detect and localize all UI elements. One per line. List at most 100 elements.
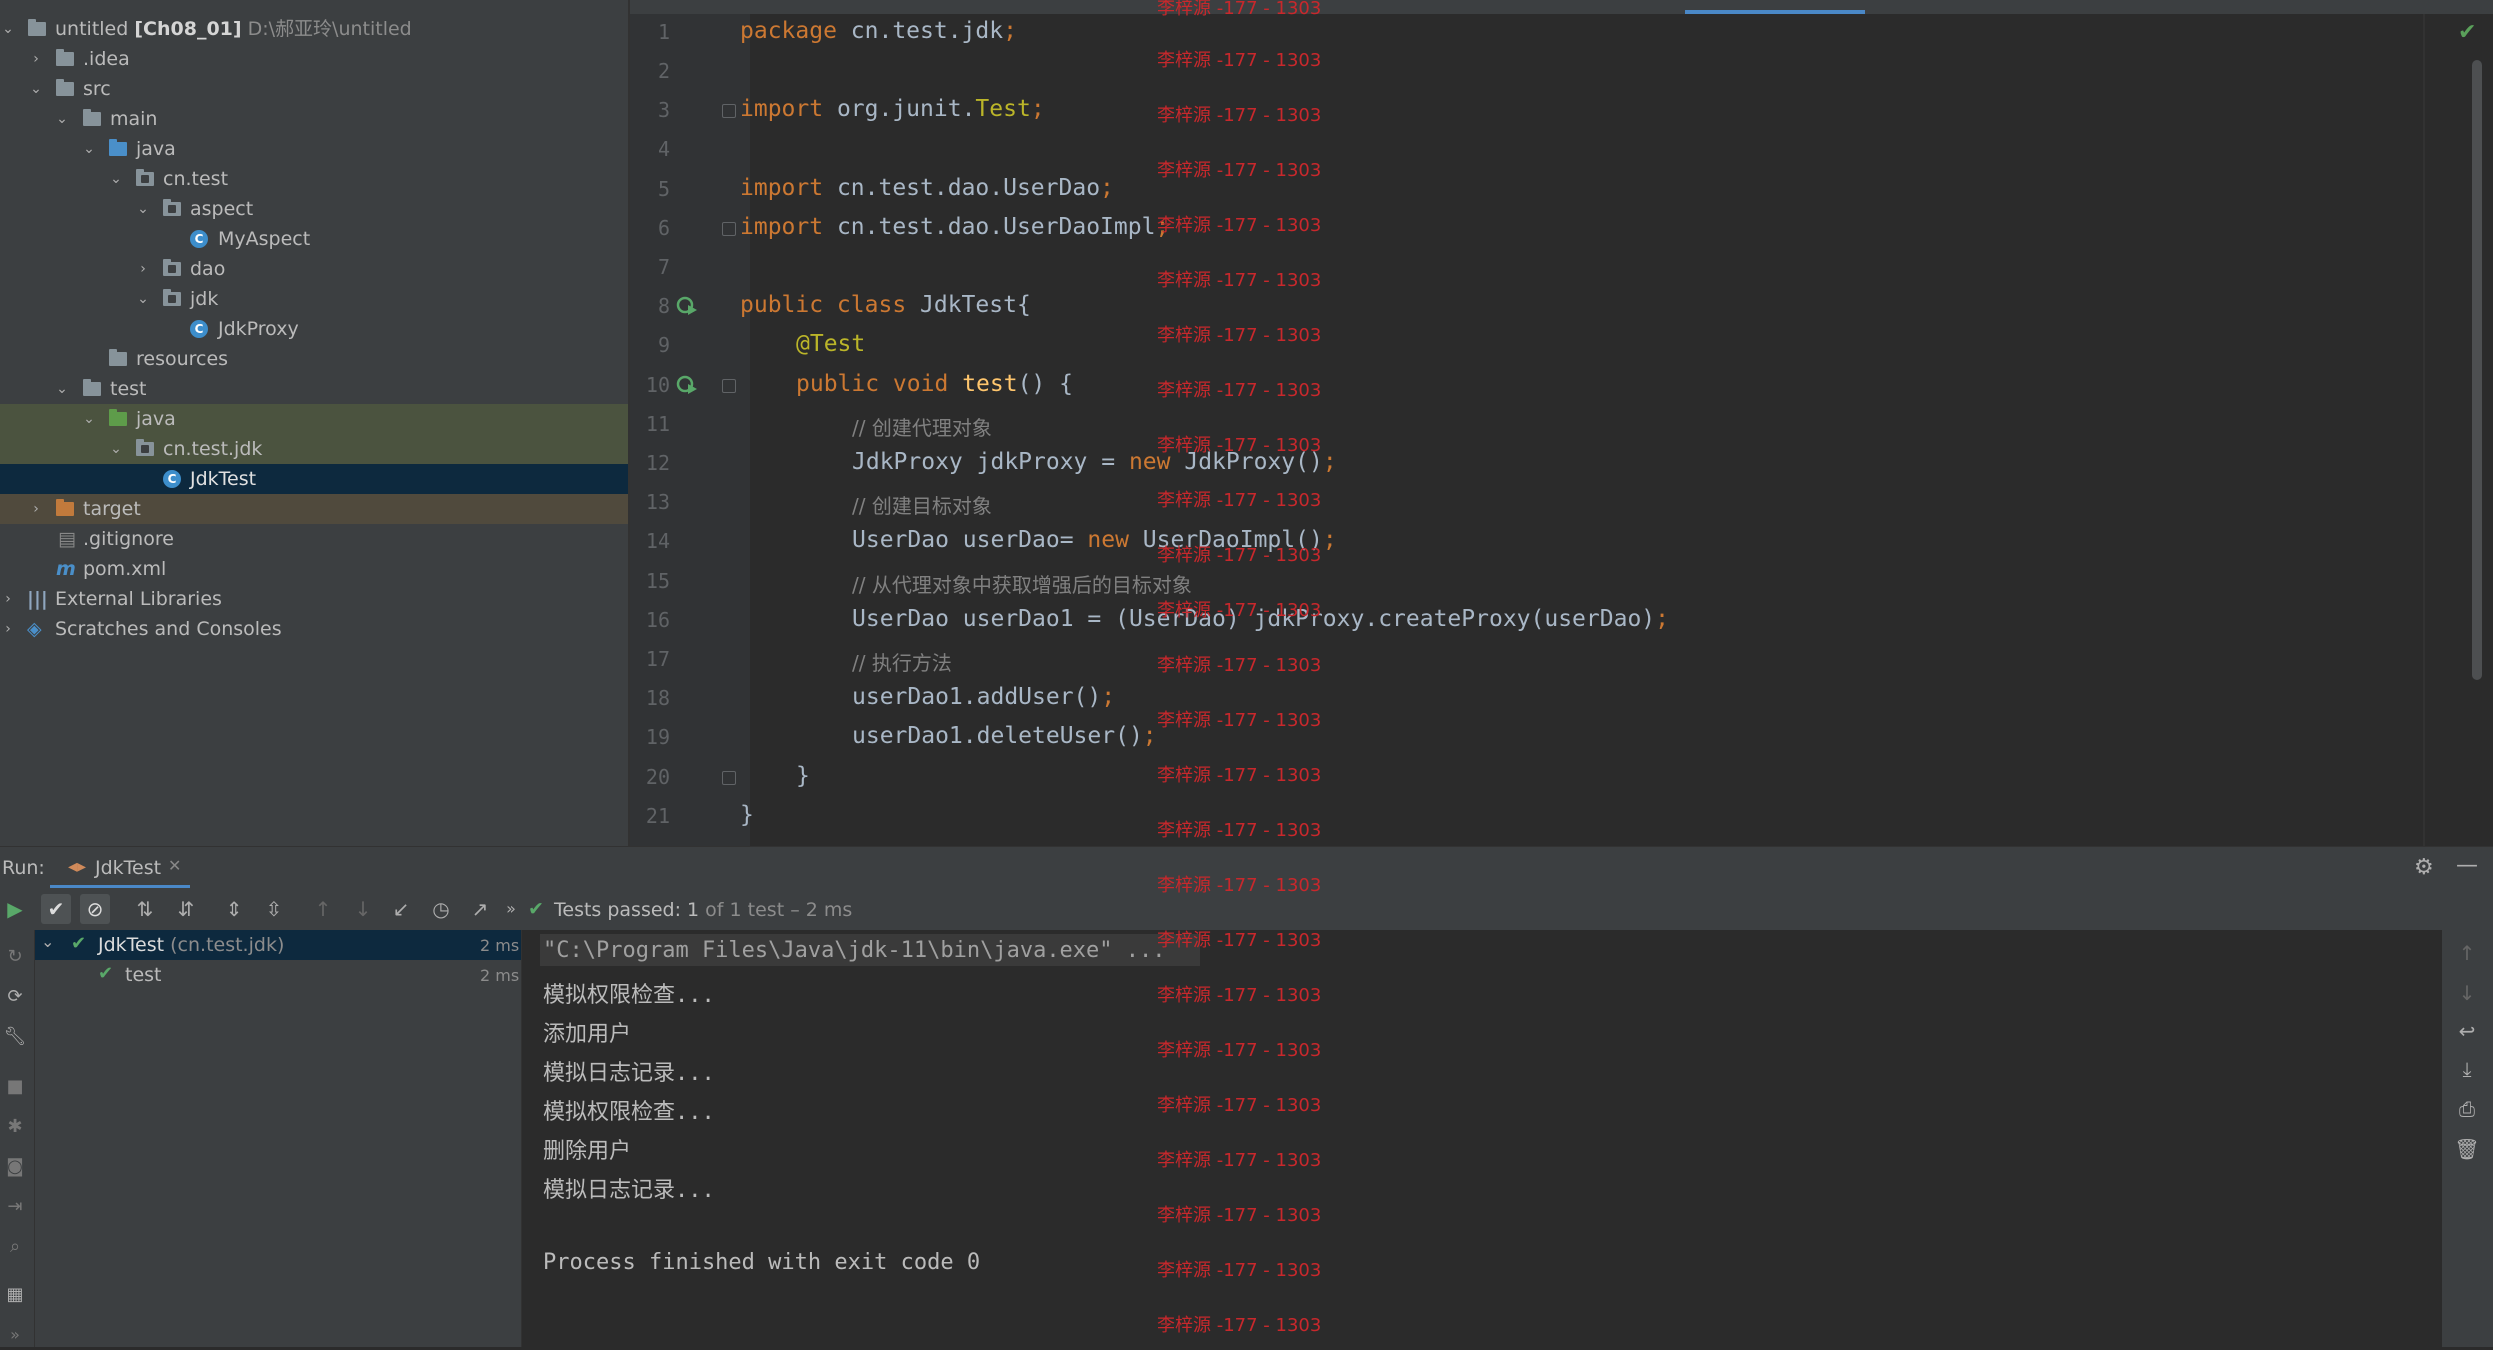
test-row[interactable]: ✔ test 2 ms: [35, 960, 521, 990]
tree-item-aspect[interactable]: ⌄ aspect: [0, 194, 628, 224]
chevron-down-icon[interactable]: ⌄: [28, 74, 44, 104]
exit-icon[interactable]: ⇥: [0, 1192, 30, 1222]
code-line[interactable]: public void test() {: [740, 371, 1073, 397]
code-line[interactable]: // 创建代理对象: [740, 412, 992, 441]
chevron-down-icon[interactable]: ⌄: [54, 374, 70, 404]
rerun-icon[interactable]: ▶: [0, 894, 30, 924]
search-icon[interactable]: ⌕: [0, 1232, 30, 1262]
chevron-down-icon[interactable]: ⌄: [135, 194, 151, 224]
chevron-down-icon[interactable]: ⌄: [135, 284, 151, 314]
tree-item-java-test[interactable]: ⌄ java: [0, 404, 628, 434]
up-arrow-icon[interactable]: ↑: [2452, 938, 2482, 968]
collapse-all-icon[interactable]: ⇳: [259, 894, 289, 924]
code-line[interactable]: // 创建目标对象: [740, 490, 992, 519]
chevron-down-icon[interactable]: ⌄: [41, 932, 54, 951]
show-ignored-icon[interactable]: ⊘: [80, 894, 110, 924]
tree-item-main[interactable]: ⌄ main: [0, 104, 628, 134]
import-tests-icon[interactable]: ↙: [386, 894, 416, 924]
layout-icon[interactable]: ▦: [0, 1280, 30, 1310]
trash-icon[interactable]: 🗑︎: [2452, 1134, 2482, 1164]
inspection-ok-icon[interactable]: ✔: [2458, 20, 2476, 45]
chevron-right-icon[interactable]: ›: [28, 44, 44, 74]
tree-item-java-main[interactable]: ⌄ java: [0, 134, 628, 164]
expand-all-icon[interactable]: ⇕: [219, 894, 249, 924]
chevron-down-icon[interactable]: ⌄: [108, 434, 124, 464]
fold-marker-icon[interactable]: [722, 771, 736, 785]
chevron-right-icon[interactable]: ›: [0, 584, 16, 614]
tree-item-src[interactable]: ⌄ src: [0, 74, 628, 104]
code-line[interactable]: @Test: [740, 331, 865, 357]
code-line[interactable]: public class JdkTest{: [740, 292, 1031, 318]
wrench-icon[interactable]: 🔧︎: [0, 1022, 30, 1052]
editor-scrollbar[interactable]: [2472, 60, 2482, 680]
tree-item-pom[interactable]: m pom.xml: [0, 554, 628, 584]
code-line[interactable]: // 从代理对象中获取增强后的目标对象: [740, 569, 1192, 598]
test-history-icon[interactable]: ◷: [426, 894, 456, 924]
run-tab-label[interactable]: JdkTest: [95, 857, 161, 879]
tree-item-resources[interactable]: resources: [0, 344, 628, 374]
gear-icon[interactable]: ⚙: [2414, 855, 2434, 880]
code-line[interactable]: }: [740, 802, 754, 828]
test-row-selected[interactable]: ⌄ ✔ JdkTest (cn.test.jdk) 2 ms: [35, 930, 521, 960]
down-arrow-icon[interactable]: ↓: [2452, 978, 2482, 1008]
tree-item-test[interactable]: ⌄ test: [0, 374, 628, 404]
code-text: org.junit.: [823, 96, 976, 122]
show-passed-icon[interactable]: ✔: [41, 894, 71, 924]
tree-item-scratches[interactable]: › ◈ Scratches and Consoles: [0, 614, 628, 644]
previous-failed-icon[interactable]: ↑: [308, 894, 338, 924]
tree-item-jdk[interactable]: ⌄ jdk: [0, 284, 628, 314]
chevron-down-icon[interactable]: ⌄: [81, 404, 97, 434]
print-icon[interactable]: ⎙: [2452, 1094, 2482, 1124]
tree-item-cn-test-jdk[interactable]: ⌄ cn.test.jdk: [0, 434, 628, 464]
toggle-auto-test-icon[interactable]: ⟳: [0, 982, 30, 1012]
chevron-right-icon[interactable]: ›: [135, 254, 151, 284]
camera-icon[interactable]: ◙: [0, 1152, 30, 1182]
tree-item-jdktest[interactable]: C JdkTest: [0, 464, 628, 494]
code-line[interactable]: userDao1.addUser();: [740, 684, 1115, 710]
line-number: 11: [645, 412, 670, 436]
run-test-method-icon[interactable]: [676, 373, 698, 395]
chevron-right-icon[interactable]: ›: [28, 494, 44, 524]
more-icon[interactable]: »: [0, 1320, 30, 1350]
tree-item-untitled[interactable]: ⌄ untitled [Ch08_01] D:\郝亚玲\untitled: [0, 14, 628, 44]
code-line[interactable]: import cn.test.dao.UserDaoImpl;: [740, 214, 1169, 240]
next-failed-icon[interactable]: ↓: [348, 894, 378, 924]
fold-marker-icon[interactable]: [722, 222, 736, 236]
fold-marker-icon[interactable]: [722, 379, 736, 393]
tree-item-label: .idea: [83, 48, 130, 70]
run-test-class-icon[interactable]: [676, 294, 698, 316]
tree-item-target[interactable]: › target: [0, 494, 628, 524]
fold-marker-icon[interactable]: [722, 104, 736, 118]
tree-item-external-libraries[interactable]: › ||| External Libraries: [0, 584, 628, 614]
sort-alphabetically-icon[interactable]: ⇅: [130, 894, 160, 924]
code-line[interactable]: package cn.test.jdk;: [740, 18, 1017, 44]
tree-item-gitignore[interactable]: ▤ .gitignore: [0, 524, 628, 554]
soft-wrap-icon[interactable]: ↩: [2452, 1016, 2482, 1046]
code-line[interactable]: import org.junit.Test;: [740, 96, 1045, 122]
chevron-down-icon[interactable]: ⌄: [54, 104, 70, 134]
chevron-right-icon[interactable]: ›: [0, 614, 16, 644]
code-line[interactable]: }: [740, 763, 810, 789]
chevron-down-icon[interactable]: ⌄: [0, 14, 16, 44]
chevron-down-icon[interactable]: ⌄: [81, 134, 97, 164]
code-line[interactable]: import cn.test.dao.UserDao;: [740, 175, 1114, 201]
code-line[interactable]: userDao1.deleteUser();: [740, 723, 1157, 749]
sort-by-duration-icon[interactable]: ⇵: [171, 894, 201, 924]
tree-item-idea[interactable]: › .idea: [0, 44, 628, 74]
minimize-icon[interactable]: —: [2456, 853, 2478, 878]
chevron-down-icon[interactable]: ⌄: [108, 164, 124, 194]
tree-item-dao[interactable]: › dao: [0, 254, 628, 284]
rerun-failed-icon[interactable]: ↻: [0, 942, 30, 972]
watermark: 李梓源 -177 - 1303: [1157, 600, 1322, 621]
export-results-icon[interactable]: ↗: [465, 894, 495, 924]
code-line[interactable]: // 执行方法: [740, 647, 952, 676]
more-icon[interactable]: »: [496, 894, 526, 924]
scroll-to-end-icon[interactable]: ⤓: [2452, 1054, 2482, 1084]
tree-item-jdkproxy[interactable]: C JdkProxy: [0, 314, 628, 344]
tree-item-cn-test[interactable]: ⌄ cn.test: [0, 164, 628, 194]
debug-icon[interactable]: ✱: [0, 1112, 30, 1142]
close-tab-icon[interactable]: ✕: [168, 856, 181, 875]
console-output[interactable]: [522, 930, 2442, 1347]
tree-item-myaspect[interactable]: C MyAspect: [0, 224, 628, 254]
stop-icon[interactable]: ■: [0, 1072, 30, 1102]
